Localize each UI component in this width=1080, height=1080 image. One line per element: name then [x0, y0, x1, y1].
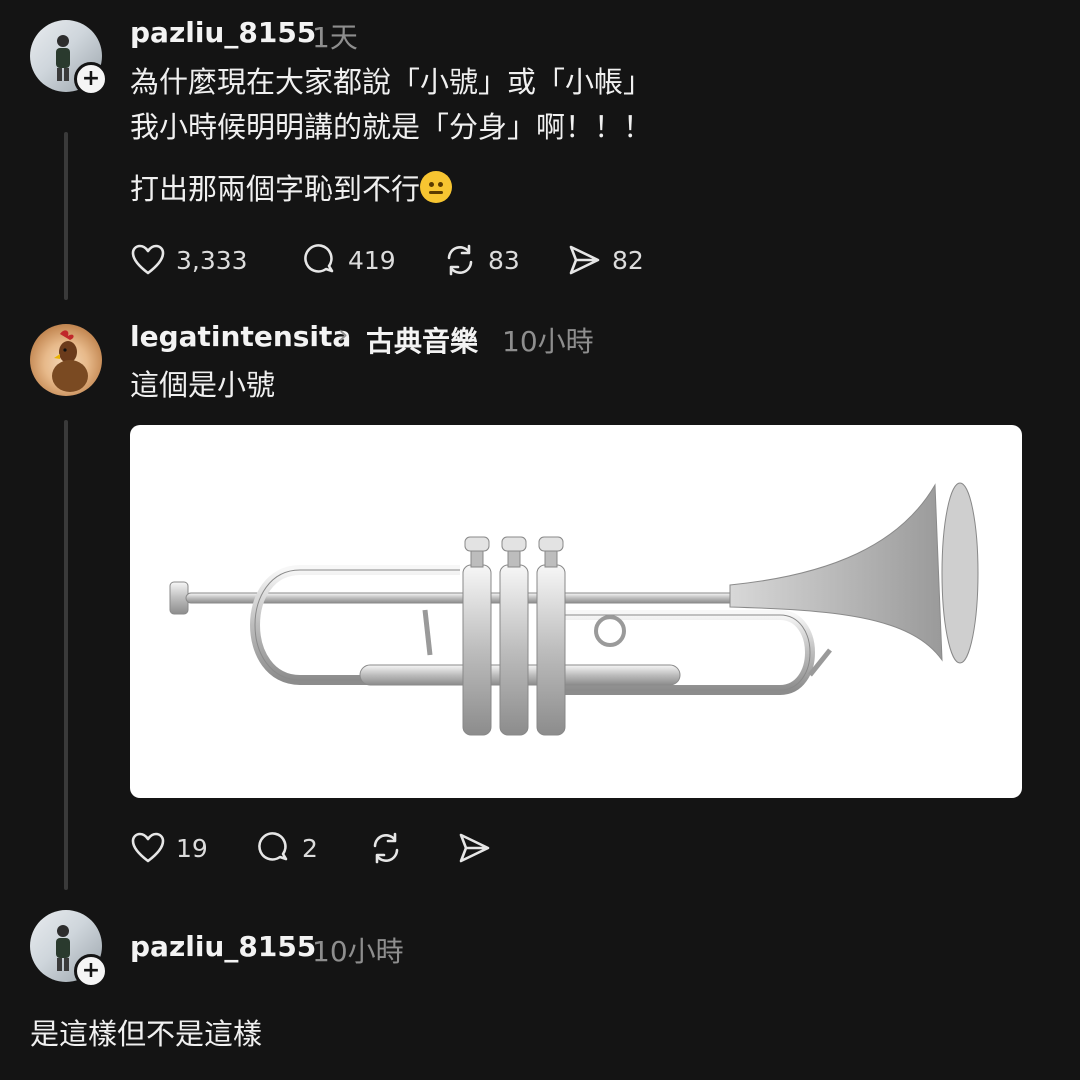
share-button[interactable]: 82 — [566, 242, 644, 278]
follow-plus-icon[interactable]: + — [74, 954, 108, 988]
post-time: 10小時 — [312, 935, 404, 968]
post-text-line-3: 打出那兩個字恥到不行 — [130, 167, 453, 211]
send-icon — [459, 833, 490, 863]
reply-text: 這個是小號 — [130, 368, 276, 402]
post-text-line-1: 為什麼現在大家都說「小號」或「小帳」 — [130, 65, 653, 99]
post-text-line-2: 我小時候明明講的就是「分身」啊！！！ — [130, 110, 653, 144]
reply-topic[interactable]: 古典音樂 — [366, 320, 478, 360]
neutral-face-icon — [420, 171, 453, 203]
heart-icon — [131, 244, 165, 275]
post-username[interactable]: pazliu_8155 — [130, 930, 316, 963]
avatar-figure — [56, 925, 70, 971]
like-count: 3,333 — [176, 245, 248, 275]
repost-count: 83 — [488, 245, 520, 275]
comment-count: 419 — [348, 245, 396, 275]
comment-button[interactable]: 2 — [256, 830, 318, 866]
post-time: 1天 — [312, 21, 358, 54]
repost-icon — [447, 244, 473, 276]
like-button[interactable]: 3,333 — [130, 242, 248, 278]
send-icon — [569, 245, 600, 275]
chevron-right-icon: › — [338, 320, 349, 350]
repost-icon — [373, 832, 399, 864]
trumpet-image[interactable] — [130, 425, 1022, 798]
comment-button[interactable]: 419 — [302, 242, 396, 278]
reply-time: 10小時 — [502, 325, 594, 358]
thread-line — [64, 132, 68, 300]
post-text-line-3-text: 打出那兩個字恥到不行 — [130, 172, 421, 206]
share-count: 82 — [612, 245, 644, 275]
comment-icon — [258, 832, 288, 861]
share-button[interactable] — [456, 830, 492, 866]
trumpet-illustration — [169, 482, 979, 736]
heart-icon — [131, 832, 165, 863]
post-text: 是這樣但不是這樣 — [30, 1017, 263, 1051]
like-count: 19 — [176, 833, 208, 863]
post-username[interactable]: pazliu_8155 — [130, 16, 316, 49]
avatar-rooster — [52, 330, 88, 392]
comment-icon — [304, 244, 334, 273]
avatar[interactable] — [30, 324, 102, 396]
repost-button[interactable] — [368, 830, 404, 866]
reply-username[interactable]: legatintensita — [130, 320, 351, 353]
like-button[interactable]: 19 — [130, 830, 208, 866]
follow-plus-icon[interactable]: + — [74, 62, 108, 96]
thread-line — [64, 420, 68, 890]
repost-button[interactable]: 83 — [442, 242, 520, 278]
comment-count: 2 — [302, 833, 318, 863]
avatar-figure — [56, 35, 70, 81]
